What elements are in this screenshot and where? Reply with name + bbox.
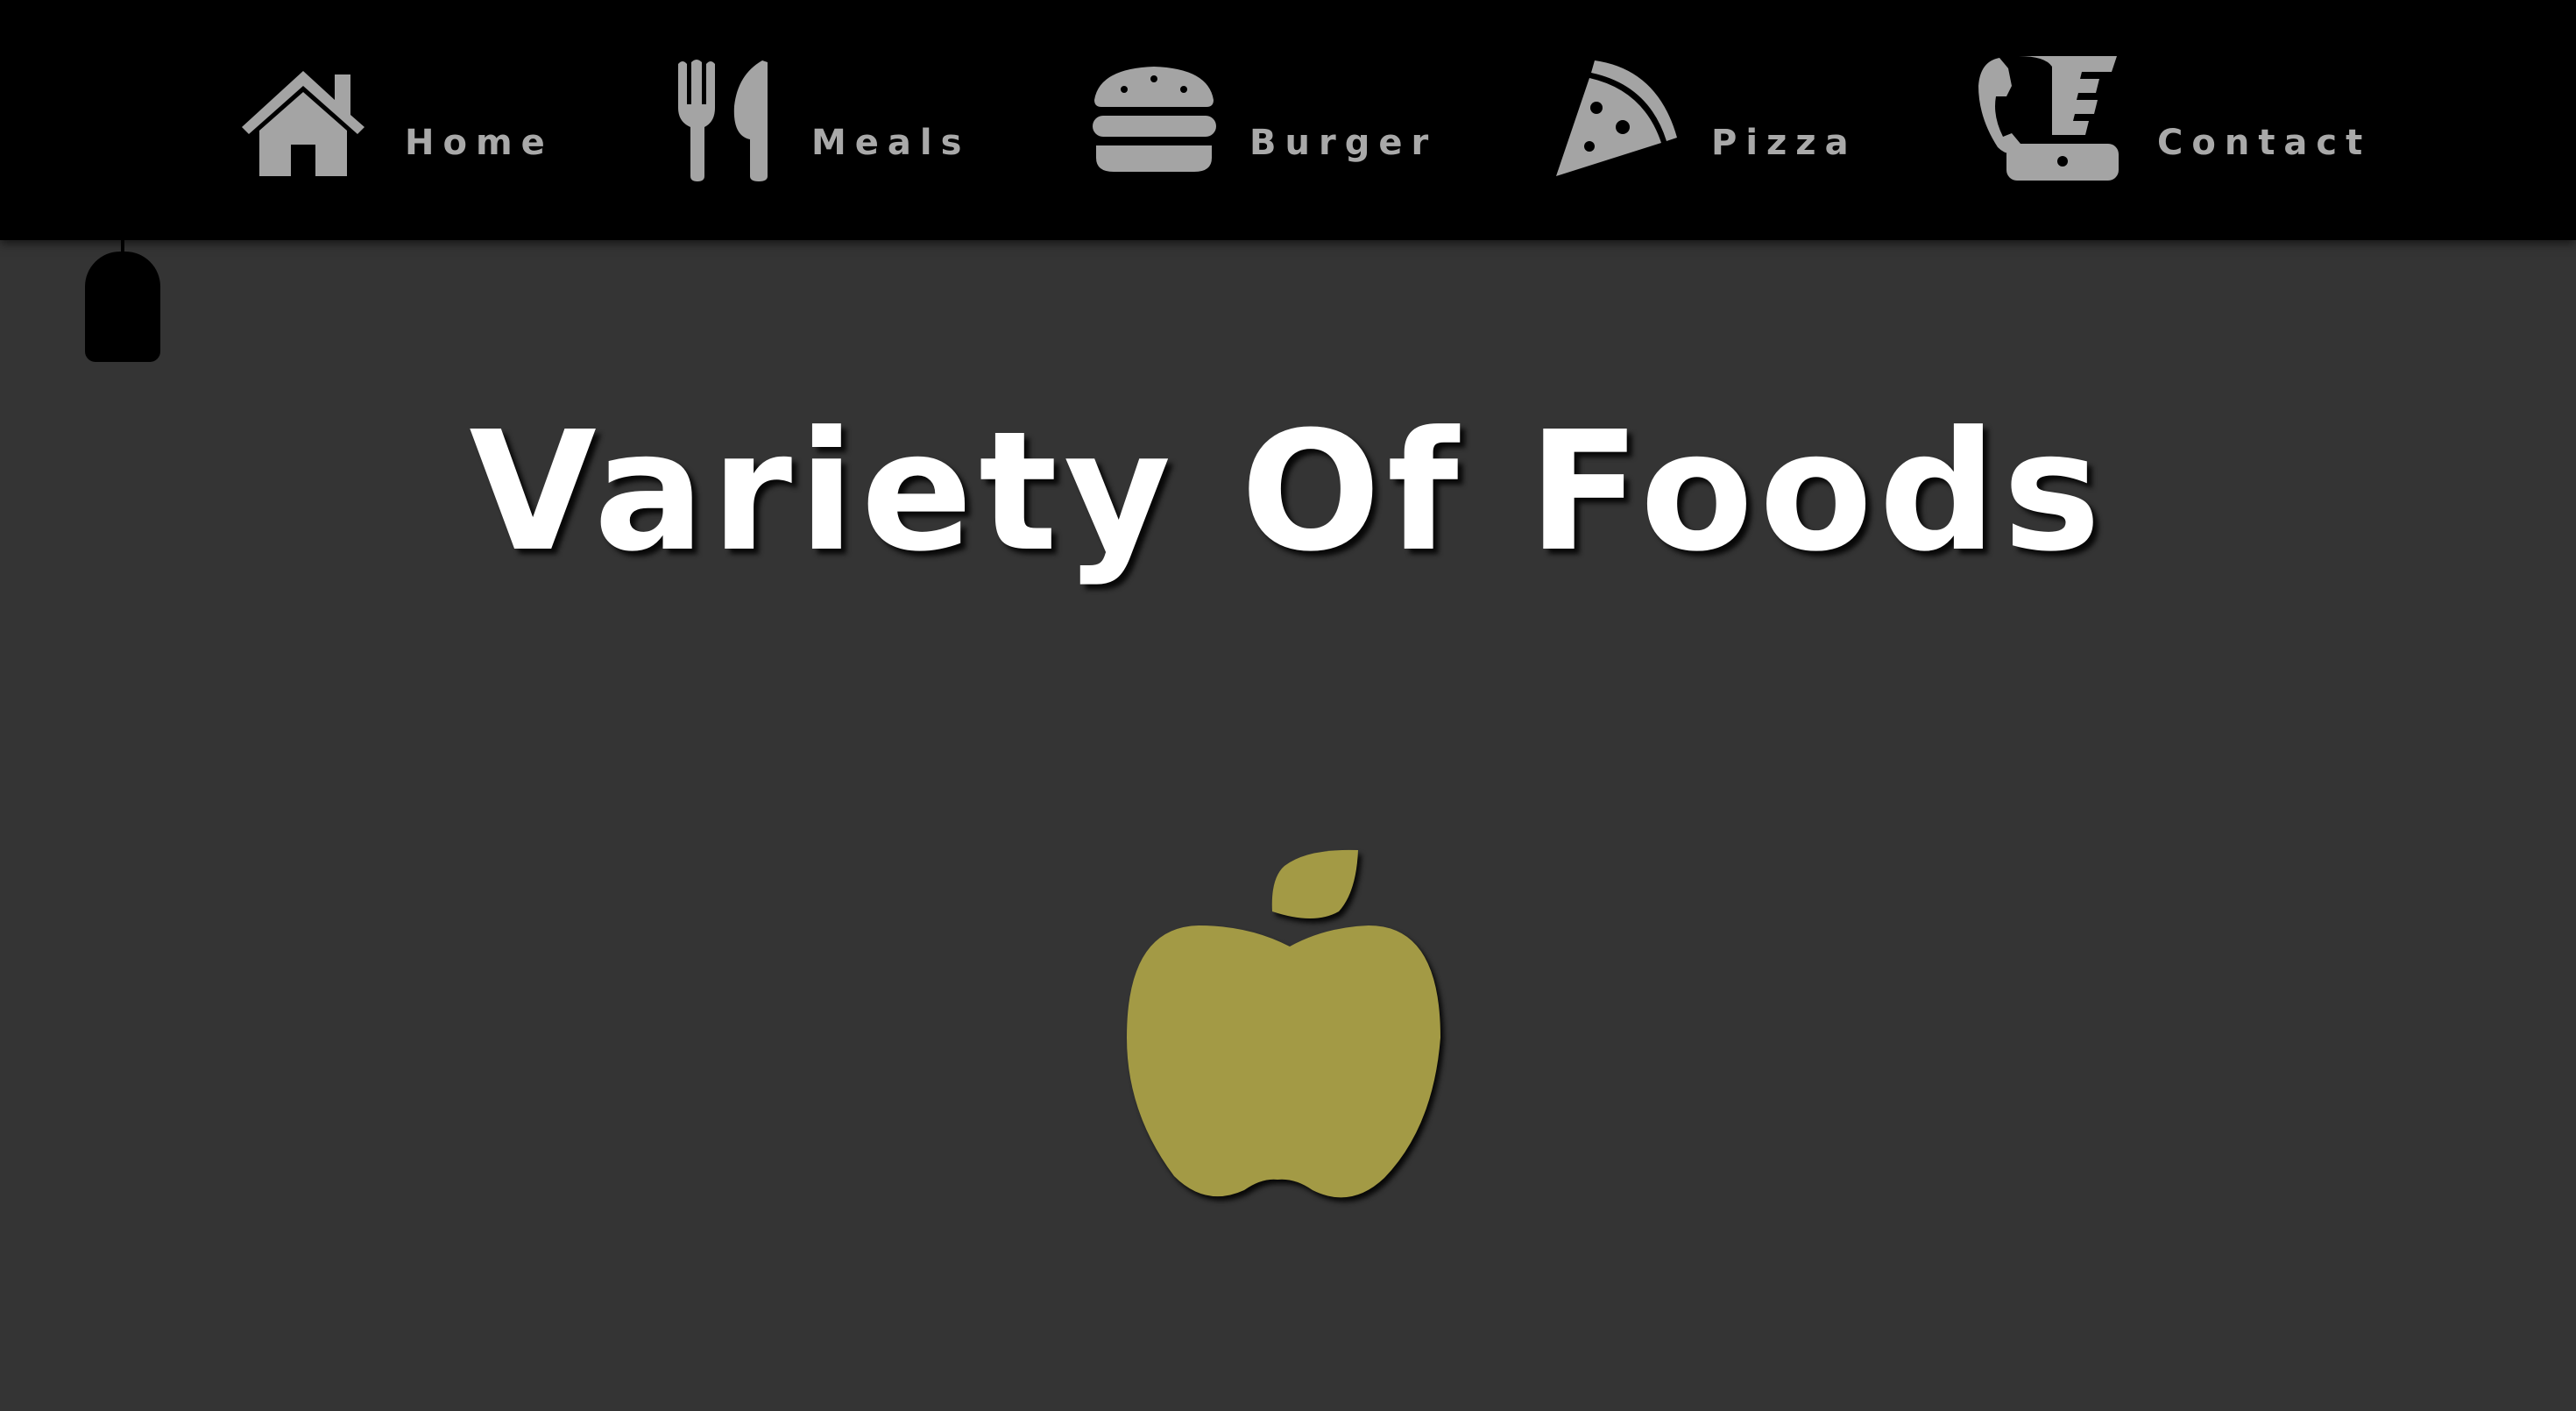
- nav-item-home[interactable]: Home: [233, 48, 554, 188]
- nav-label-contact: Contact: [2157, 123, 2372, 163]
- nav-label-pizza: Pizza: [1711, 123, 1858, 163]
- page-title: Variety Of Foods: [469, 396, 2107, 588]
- hanging-tag-toggle[interactable]: [85, 252, 160, 362]
- nav-item-pizza[interactable]: Pizza: [1553, 48, 1858, 188]
- top-navbar: Home Meals Burger Pizza Contact: [0, 0, 2576, 240]
- phone-fax-icon: [1978, 56, 2119, 181]
- fork-knife-icon: [678, 59, 768, 181]
- pizza-slice-icon: [1556, 60, 1677, 176]
- house-icon: [242, 71, 364, 176]
- burger-icon: [1093, 67, 1216, 172]
- nav-item-meals[interactable]: Meals: [675, 48, 970, 188]
- nav-label-home: Home: [405, 123, 554, 163]
- apple-icon: [1127, 849, 1440, 1198]
- nav-item-burger[interactable]: Burger: [1091, 48, 1437, 188]
- nav-label-meals: Meals: [811, 123, 971, 163]
- nav-label-burger: Burger: [1249, 123, 1438, 163]
- nav-item-contact[interactable]: Contact: [1977, 48, 2371, 188]
